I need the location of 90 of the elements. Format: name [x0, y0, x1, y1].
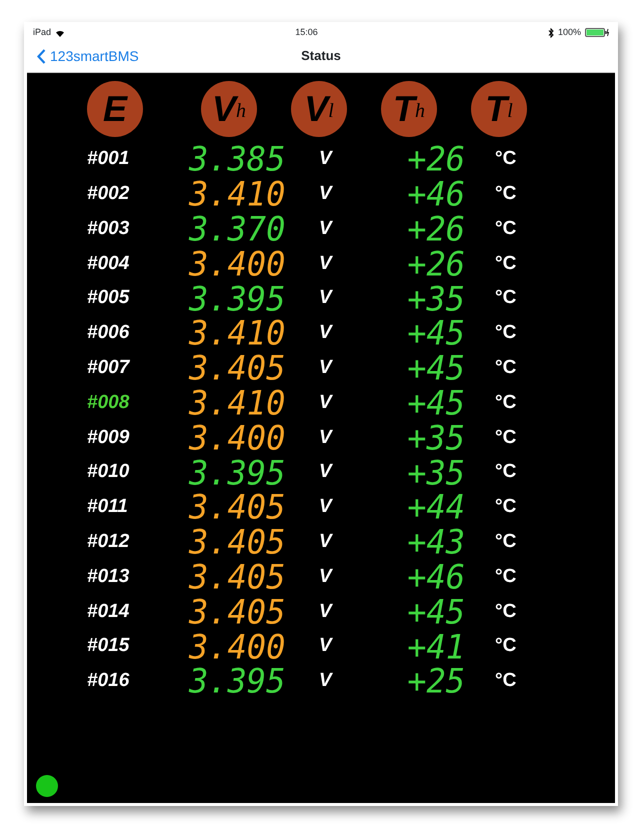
temperature-reading: +35 [406, 282, 465, 316]
temperature-reading: +45 [406, 594, 465, 629]
temperature-reading: +25 [406, 664, 465, 698]
voltage-unit: V [319, 182, 334, 206]
voltage-reading: 3.410 [189, 177, 286, 211]
cell-label[interactable]: #016 [87, 667, 189, 696]
temperature-reading: +45 [406, 386, 465, 420]
temperature-unit: °C [494, 634, 518, 658]
voltage-reading: 3.370 [189, 212, 286, 246]
voltage-reading: 3.385 [189, 142, 286, 176]
screen-title: Status [301, 47, 341, 66]
cell-label[interactable]: #011 [87, 493, 189, 522]
cell-label[interactable]: #004 [87, 250, 189, 278]
cell-label[interactable]: #014 [87, 598, 189, 626]
cell-label[interactable]: #009 [87, 424, 189, 452]
temperature-unit: °C [494, 495, 518, 520]
temperature-reading: +44 [406, 490, 465, 524]
voltage-unit: V [319, 530, 334, 554]
temperature-reading: +35 [406, 456, 465, 490]
clock: 15:06 [295, 26, 318, 39]
voltage-reading: 3.405 [189, 594, 286, 629]
cell-label[interactable]: #008 [87, 388, 189, 418]
temperature-reading: +46 [406, 560, 465, 594]
device-name: iPad [33, 26, 52, 39]
temperature-reading: +26 [406, 142, 465, 176]
temperature-unit: °C [494, 460, 518, 484]
temperature-unit: °C [494, 426, 518, 450]
cell-label[interactable]: #005 [87, 284, 189, 313]
bluetooth-icon [548, 28, 554, 38]
voltage-unit: V [319, 564, 334, 589]
temperature-unit: °C [494, 252, 518, 276]
voltage-reading: 3.410 [189, 316, 286, 350]
voltage-unit: V [319, 495, 334, 520]
voltage-unit: V [319, 356, 334, 380]
cell-label[interactable]: #002 [87, 180, 189, 208]
temperature-unit: °C [494, 286, 518, 310]
battery-percentage: 100% [558, 26, 581, 39]
voltage-reading: 3.395 [189, 456, 286, 490]
temperature-unit: °C [494, 390, 518, 415]
cell-label[interactable]: #006 [87, 319, 189, 348]
cell-label[interactable]: #001 [87, 145, 189, 174]
voltage-reading: 3.405 [189, 525, 286, 559]
back-button[interactable]: 123smartBMS [27, 46, 139, 66]
voltage-unit: V [319, 426, 334, 450]
temperature-unit: °C [494, 147, 518, 172]
temperature-unit: °C [494, 321, 518, 346]
temperature-unit: °C [494, 216, 518, 241]
voltage-reading: 3.405 [189, 351, 286, 385]
cell-label[interactable]: #015 [87, 632, 189, 661]
cell-label[interactable]: #003 [87, 214, 189, 244]
voltage-unit: V [319, 634, 334, 658]
voltage-reading: 3.395 [189, 664, 286, 698]
voltage-unit: V [319, 286, 334, 310]
temperature-unit: °C [494, 356, 518, 380]
temperature-reading: +26 [406, 212, 465, 246]
cell-label[interactable]: #012 [87, 528, 189, 556]
voltage-unit: V [319, 321, 334, 346]
voltage-reading: 3.405 [189, 490, 286, 524]
voltage-reading: 3.410 [189, 386, 286, 420]
battery-icon [584, 28, 609, 37]
temperature-unit: °C [494, 600, 518, 624]
temperature-unit: °C [494, 530, 518, 554]
temperature-reading: +26 [406, 246, 465, 281]
voltage-reading: 3.400 [189, 420, 286, 455]
temperature-unit: °C [494, 182, 518, 206]
temperature-reading: +35 [406, 420, 465, 455]
temperature-reading: +41 [406, 630, 465, 664]
cell-label[interactable]: #010 [87, 458, 189, 487]
voltage-reading: 3.395 [189, 282, 286, 316]
voltage-unit: V [319, 600, 334, 624]
voltage-unit: V [319, 669, 334, 694]
voltage-unit: V [319, 147, 334, 172]
voltage-unit: V [319, 390, 334, 415]
voltage-unit: V [319, 216, 334, 241]
temperature-reading: +43 [406, 525, 465, 559]
voltage-reading: 3.405 [189, 560, 286, 594]
cell-label[interactable]: #013 [87, 562, 189, 592]
voltage-reading: 3.400 [189, 630, 286, 664]
temperature-unit: °C [494, 564, 518, 589]
column-header-badge: E [87, 81, 143, 137]
wifi-icon [55, 28, 66, 36]
cell-label[interactable]: #007 [87, 354, 189, 382]
voltage-reading: 3.400 [189, 246, 286, 281]
temperature-reading: +45 [406, 351, 465, 385]
temperature-reading: +45 [406, 316, 465, 350]
temperature-unit: °C [494, 669, 518, 694]
voltage-unit: V [319, 460, 334, 484]
voltage-unit: V [319, 252, 334, 276]
chevron-left-icon [37, 48, 46, 64]
temperature-reading: +46 [406, 177, 465, 211]
